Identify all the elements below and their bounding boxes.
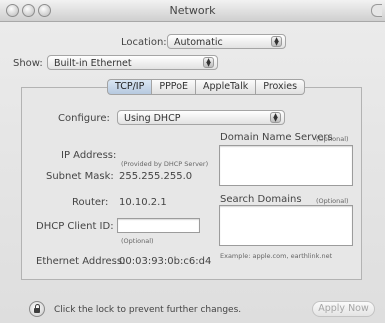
tab-tcpip[interactable]: TCP/IP [107,79,153,95]
configure-value: Using DHCP [124,113,181,124]
popup-arrows-icon: ▲ ▼ [270,112,281,123]
dhcp-client-id-optional-note: (Optional) [121,237,154,245]
network-preferences-window: Network Location: Automatic ▲ ▼ Show: Bui… [0,0,385,323]
toolbar-toggle-button[interactable] [371,4,382,17]
ethernet-address-value: 00:03:93:0b:c6:d4 [119,256,212,267]
tab-bar: TCP/IP PPPoE AppleTalk Proxies [107,79,306,95]
search-domains-example: Example: apple.com, earthlink.net [220,252,333,260]
show-popup[interactable]: Built-in Ethernet ▲ ▼ [47,55,218,70]
search-domains-optional-note: (Optional) [316,197,349,205]
lock-button[interactable] [29,301,45,317]
tab-appletalk[interactable]: AppleTalk [196,79,257,95]
lock-icon [34,308,40,313]
location-value: Automatic [174,37,223,48]
configure-label: Configure: [58,113,110,124]
location-popup[interactable]: Automatic ▲ ▼ [167,34,286,49]
router-label: Router: [72,197,109,208]
window-title: Network [169,4,216,17]
location-label: Location: [121,37,167,48]
configure-popup[interactable]: Using DHCP ▲ ▼ [117,110,285,125]
tab-pppoe[interactable]: PPPoE [152,79,197,95]
title-bar: Network [0,0,385,22]
tab-proxies[interactable]: Proxies [256,79,306,95]
popup-arrows-icon: ▲ ▼ [271,36,282,47]
ip-address-label: IP Address: [61,150,117,161]
subnet-mask-label: Subnet Mask: [46,171,114,182]
search-domains-field[interactable] [219,205,353,246]
ethernet-address-label: Ethernet Address: [36,256,126,267]
apply-now-button[interactable]: Apply Now [312,301,375,317]
ip-address-note: (Provided by DHCP Server) [121,160,209,168]
search-domains-label: Search Domains [220,194,302,205]
dns-servers-field[interactable] [219,145,353,186]
popup-arrows-icon: ▲ ▼ [203,57,214,68]
dns-optional-note: (Optional) [316,135,349,143]
subnet-mask-value: 255.255.255.0 [119,171,193,182]
show-label: Show: [13,58,43,69]
lock-message: Click the lock to prevent further change… [54,305,242,315]
dhcp-client-id-field[interactable] [117,218,200,233]
dhcp-client-id-label: DHCP Client ID: [36,221,114,232]
show-value: Built-in Ethernet [54,58,132,69]
router-value: 10.10.2.1 [119,197,167,208]
